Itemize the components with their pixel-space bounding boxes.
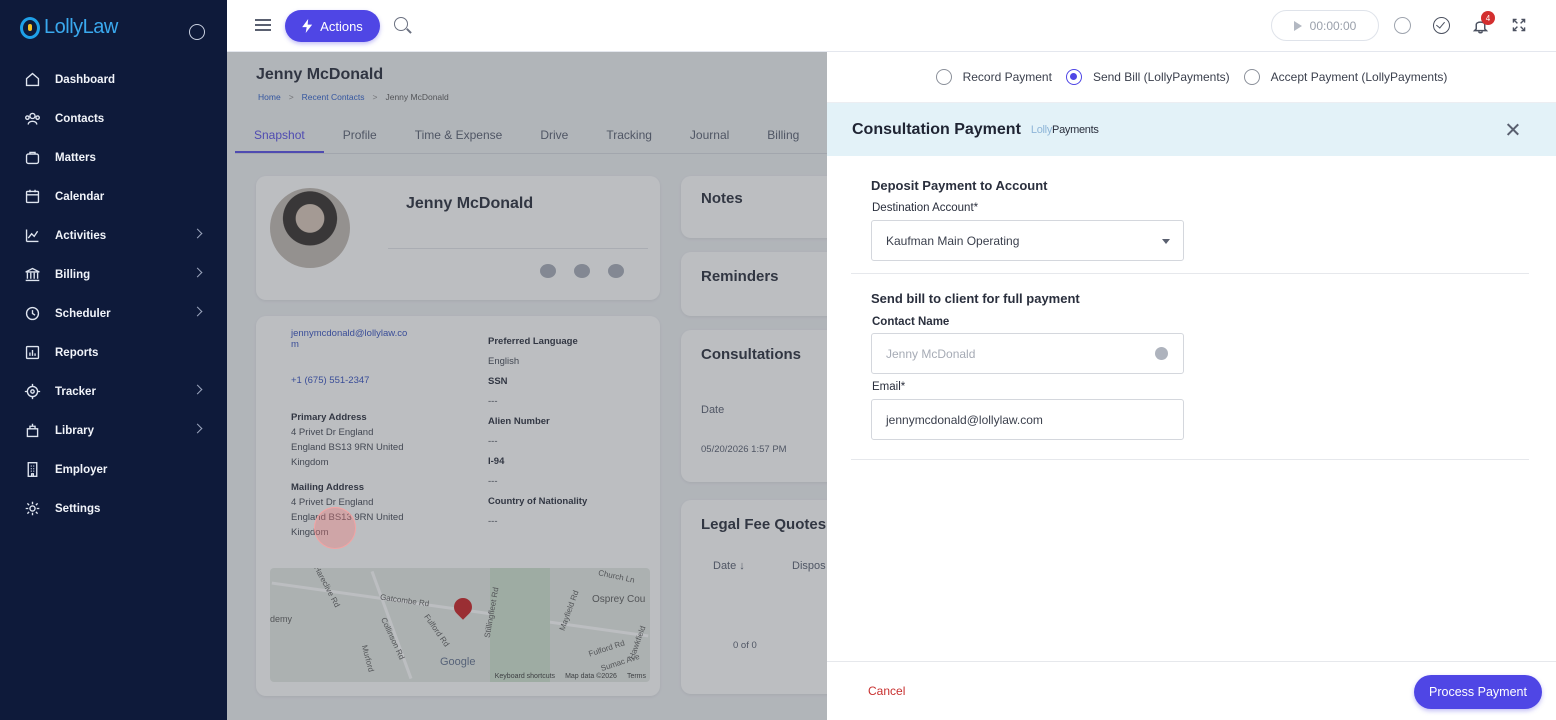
bar-chart-icon <box>24 344 41 361</box>
sidebar-item-label: Settings <box>55 502 101 515</box>
sidebar-item-label: Reports <box>55 346 99 359</box>
user-account-icon[interactable] <box>189 24 205 40</box>
bank-icon <box>24 266 41 283</box>
target-icon <box>24 383 41 400</box>
email-input[interactable]: jennymcdonald@lollylaw.com <box>871 399 1184 440</box>
check-circle-icon[interactable] <box>1433 17 1450 34</box>
radio-button[interactable] <box>935 69 952 85</box>
radio-accept-payment[interactable]: Accept Payment (LollyPayments) <box>1243 69 1448 85</box>
lollypayments-logo: LollyPayments <box>1031 124 1099 136</box>
sidebar-item-scheduler[interactable]: Scheduler <box>0 294 227 333</box>
notification-count-badge: 4 <box>1481 11 1495 25</box>
sidebar: LollyLaw Dashboard Contacts Matters Cale… <box>0 0 227 720</box>
sidebar-item-billing[interactable]: Billing <box>0 255 227 294</box>
contact-name-placeholder: Jenny McDonald <box>886 346 976 361</box>
deposit-section-title: Deposit Payment to Account <box>871 178 1048 193</box>
gear-icon <box>24 500 41 517</box>
lightbulb-logo-icon <box>20 16 40 39</box>
radio-label: Accept Payment (LollyPayments) <box>1270 70 1448 84</box>
send-bill-section-title: Send bill to client for full payment <box>871 291 1080 306</box>
sidebar-item-employer[interactable]: Employer <box>0 450 227 489</box>
modal-overlay[interactable] <box>227 52 827 720</box>
search-icon[interactable] <box>394 17 408 31</box>
destination-account-value: Kaufman Main Operating <box>886 233 1020 248</box>
chevron-right-icon <box>192 267 203 278</box>
sidebar-item-reports[interactable]: Reports <box>0 333 227 372</box>
lollylaw-logo[interactable]: LollyLaw <box>20 16 118 39</box>
lollypayments-logo-prefix: Lolly <box>1030 123 1053 136</box>
panel-header: Consultation Payment LollyPayments <box>827 103 1556 156</box>
person-icon <box>1155 347 1168 360</box>
building-icon <box>24 461 41 478</box>
sidebar-item-label: Tracker <box>55 385 96 398</box>
radio-label: Record Payment <box>962 70 1052 84</box>
cancel-button[interactable]: Cancel <box>868 684 905 698</box>
section-divider <box>851 459 1529 460</box>
sidebar-item-label: Matters <box>55 151 96 164</box>
email-input-value: jennymcdonald@lollylaw.com <box>886 412 1043 427</box>
payment-panel: Record Payment Send Bill (LollyPayments)… <box>827 52 1556 720</box>
expand-icon[interactable] <box>1511 17 1528 34</box>
dropdown-caret-icon <box>1162 239 1170 244</box>
panel-title: Consultation Payment <box>852 120 1021 138</box>
menu-icon[interactable] <box>255 19 271 31</box>
library-icon <box>24 422 41 439</box>
payment-type-selector: Record Payment Send Bill (LollyPayments)… <box>827 52 1556 103</box>
chevron-right-icon <box>192 306 203 317</box>
sidebar-item-tracker[interactable]: Tracker <box>0 372 227 411</box>
sidebar-item-activities[interactable]: Activities <box>0 216 227 255</box>
chart-line-icon <box>24 227 41 244</box>
sidebar-item-label: Scheduler <box>55 307 111 320</box>
sidebar-item-label: Calendar <box>55 190 105 203</box>
sidebar-item-contacts[interactable]: Contacts <box>0 99 227 138</box>
close-icon[interactable] <box>1506 123 1520 137</box>
chevron-right-icon <box>192 228 203 239</box>
logo-text: LollyLaw <box>44 16 118 38</box>
sidebar-item-label: Billing <box>55 268 91 281</box>
clock-icon <box>24 305 41 322</box>
timer-value: 00:00:00 <box>1309 18 1357 33</box>
chevron-right-icon <box>192 423 203 434</box>
process-payment-button[interactable]: Process Payment <box>1414 675 1542 709</box>
radio-record-payment[interactable]: Record Payment <box>935 69 1052 85</box>
sidebar-item-matters[interactable]: Matters <box>0 138 227 177</box>
radio-send-bill[interactable]: Send Bill (LollyPayments) <box>1065 69 1230 85</box>
radio-button[interactable] <box>1243 69 1260 85</box>
chevron-right-icon <box>192 384 203 395</box>
actions-label: Actions <box>320 18 363 34</box>
lollypayments-logo-suffix: Payments <box>1052 123 1099 136</box>
sidebar-item-library[interactable]: Library <box>0 411 227 450</box>
sidebar-item-settings[interactable]: Settings <box>0 489 227 528</box>
destination-account-label: Destination Account* <box>872 202 979 214</box>
sidebar-item-label: Library <box>55 424 94 437</box>
timer-button[interactable]: 00:00:00 <box>1271 10 1379 41</box>
section-divider <box>851 273 1529 274</box>
briefcase-icon <box>24 149 41 166</box>
contact-name-label: Contact Name <box>872 316 950 328</box>
sidebar-item-calendar[interactable]: Calendar <box>0 177 227 216</box>
sidebar-item-label: Dashboard <box>55 73 116 86</box>
email-label: Email* <box>872 381 906 393</box>
actions-button[interactable]: Actions <box>285 10 380 42</box>
home-icon <box>24 71 41 88</box>
bolt-icon <box>302 19 313 33</box>
click-indicator <box>314 507 356 549</box>
sidebar-item-label: Activities <box>55 229 107 242</box>
radio-button[interactable] <box>1065 69 1082 85</box>
calendar-icon <box>24 188 41 205</box>
contact-name-input[interactable]: Jenny McDonald <box>871 333 1184 374</box>
people-icon <box>24 110 41 127</box>
destination-account-select[interactable]: Kaufman Main Operating <box>871 220 1184 261</box>
stopwatch-icon[interactable] <box>1394 17 1411 34</box>
play-icon <box>1293 20 1302 31</box>
sidebar-item-label: Employer <box>55 463 108 476</box>
top-bar: Actions 00:00:00 4 <box>227 0 1556 52</box>
sidebar-nav: Dashboard Contacts Matters Calendar Acti… <box>0 60 227 528</box>
panel-footer: Cancel Process Payment <box>827 661 1556 720</box>
sidebar-item-label: Contacts <box>55 112 105 125</box>
radio-label: Send Bill (LollyPayments) <box>1092 70 1230 84</box>
sidebar-item-dashboard[interactable]: Dashboard <box>0 60 227 99</box>
